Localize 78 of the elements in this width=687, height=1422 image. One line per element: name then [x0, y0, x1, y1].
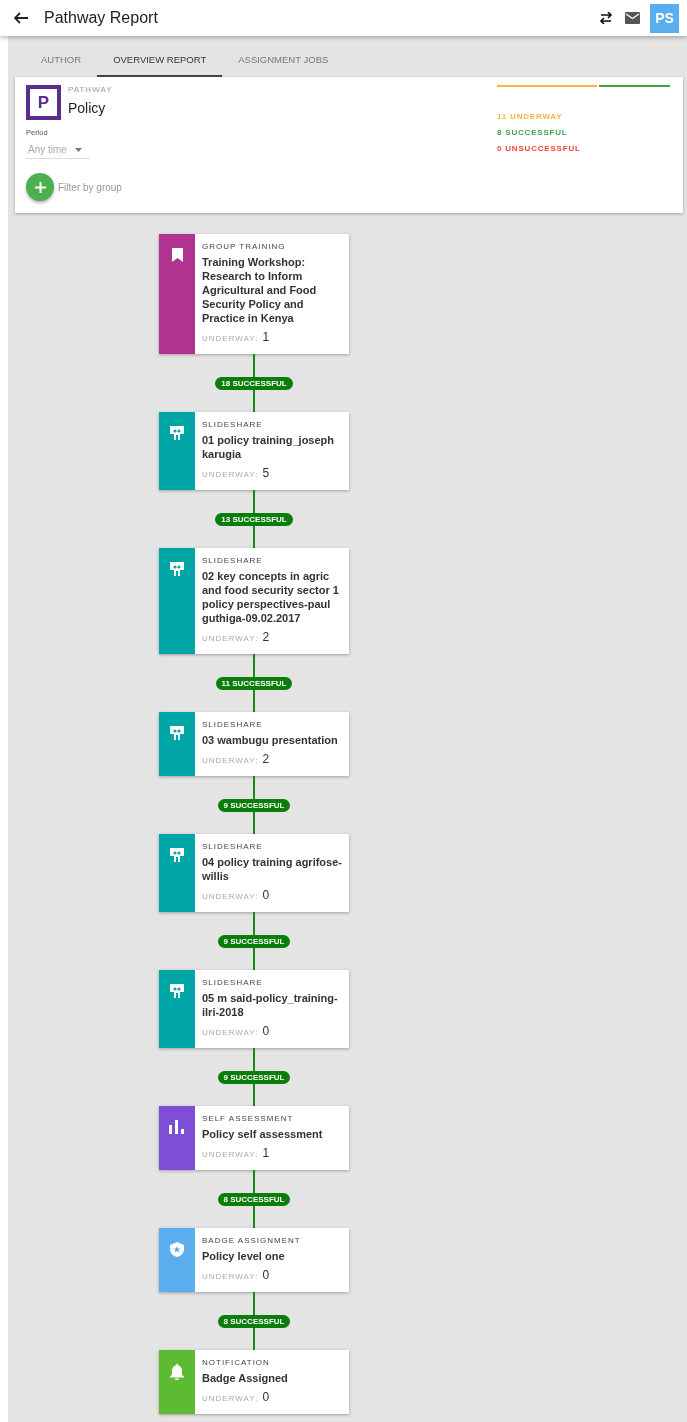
- step-card[interactable]: SELF ASSESSMENT Policy self assessment UNDERWAY: 1: [159, 1106, 349, 1170]
- successful-count-badge: 9 SUCCESSFUL: [217, 798, 291, 812]
- step-title: 01 policy training_joseph karugia: [202, 433, 336, 461]
- underway-count: 2: [262, 630, 270, 644]
- presentation-icon: [170, 726, 184, 740]
- step-type: SLIDESHARE: [202, 842, 264, 851]
- underway-count: 0: [262, 888, 270, 902]
- underway-count: 0: [262, 1390, 270, 1404]
- pathway-label: PATHWAY: [68, 85, 113, 94]
- step-type: SLIDESHARE: [202, 556, 264, 565]
- underway-label: UNDERWAY:: [202, 756, 259, 765]
- step-type: NOTIFICATION: [202, 1358, 271, 1367]
- step-card[interactable]: SLIDESHARE 04 policy training agrifose-willis UNDERWAY: 0: [159, 834, 349, 912]
- filter-label: Filter by group: [58, 181, 122, 193]
- underway-label: UNDERWAY:: [202, 1394, 259, 1403]
- shield-star-icon: [170, 1242, 184, 1257]
- presentation-icon: [170, 426, 184, 440]
- underway-label: UNDERWAY:: [202, 892, 259, 901]
- status-count: 11 UNDERWAY: [497, 112, 564, 121]
- bar-chart-icon: [169, 1120, 185, 1134]
- step-card[interactable]: BADGE ASSIGNMENT Policy level one UNDERWAY: 0: [159, 1228, 349, 1292]
- bookmark-icon: [171, 248, 183, 262]
- step-title: Policy level one: [202, 1249, 286, 1263]
- step-card[interactable]: SLIDESHARE 03 wambugu presentation UNDERWAY: 2: [159, 712, 349, 776]
- step-type: SLIDESHARE: [202, 978, 264, 987]
- step-type: SLIDESHARE: [202, 720, 264, 729]
- underway-count: 1: [262, 1146, 270, 1160]
- successful-count-badge: 9 SUCCESSFUL: [217, 934, 291, 948]
- underway-count: 2: [262, 752, 270, 766]
- underway-label: UNDERWAY:: [202, 470, 259, 479]
- step-card[interactable]: SLIDESHARE 02 key concepts in agric and food security sector 1 policy perspectives-paul guthiga-09.02.2017 UNDERWAY: 2: [159, 548, 349, 654]
- status-count: 8 SUCCESSFUL: [497, 128, 569, 137]
- tab[interactable]: AUTHOR: [25, 42, 98, 77]
- step-title: 04 policy training agrifose-willis: [202, 855, 343, 883]
- step-card[interactable]: NOTIFICATION Badge Assigned UNDERWAY: 0: [159, 1350, 349, 1414]
- underway-label: UNDERWAY:: [202, 334, 259, 343]
- underway-count: 0: [262, 1024, 270, 1038]
- successful-count-badge: 8 SUCCESSFUL: [217, 1192, 291, 1206]
- tab[interactable]: ASSIGNMENT JOBS: [222, 42, 345, 77]
- step-title: Badge Assigned: [202, 1371, 289, 1385]
- successful-count-badge: 11 SUCCESSFUL: [215, 676, 293, 690]
- underway-count: 0: [262, 1268, 270, 1282]
- step-type: BADGE ASSIGNMENT: [202, 1236, 302, 1245]
- step-title: 02 key concepts in agric and food security sector 1 policy perspectives-paul guthiga-09.02.2017: [202, 569, 340, 625]
- add-filter-button[interactable]: [26, 173, 54, 201]
- step-title: Training Workshop: Research to Inform Agricultural and Food Security Policy and Practice in Kenya: [202, 255, 318, 325]
- presentation-icon: [170, 848, 184, 862]
- plus-icon: [34, 181, 46, 193]
- step-title: 03 wambugu presentation: [202, 733, 339, 747]
- underway-label: UNDERWAY:: [202, 634, 259, 643]
- step-type: SLIDESHARE: [202, 420, 264, 429]
- step-type: SELF ASSESSMENT: [202, 1114, 295, 1123]
- underway-label: UNDERWAY:: [202, 1150, 259, 1159]
- underway-label: UNDERWAY:: [202, 1028, 259, 1037]
- status-count: 0 UNSUCCESSFUL: [497, 144, 582, 153]
- bell-icon: [170, 1364, 184, 1380]
- swap-arrows-icon[interactable]: [599, 12, 613, 24]
- step-card[interactable]: GROUP TRAINING Training Workshop: Research to Inform Agricultural and Food Security Policy and Practice in Kenya UNDERWAY: 1: [159, 234, 349, 354]
- presentation-icon: [170, 984, 184, 998]
- step-type: GROUP TRAINING: [202, 242, 287, 251]
- successful-count-badge: 13 SUCCESSFUL: [215, 512, 293, 526]
- presentation-icon: [170, 562, 184, 576]
- step-card[interactable]: SLIDESHARE 01 policy training_joseph karugia UNDERWAY: 5: [159, 412, 349, 490]
- page-title: Pathway Report: [44, 9, 159, 27]
- underway-label: UNDERWAY:: [202, 1272, 259, 1281]
- step-title: 05 m said-policy_training-ilri-2018: [202, 991, 339, 1019]
- dropdown-caret-icon: [74, 147, 82, 152]
- pathway-logo: P: [26, 85, 61, 120]
- pathway-name: Policy: [68, 100, 107, 116]
- successful-count-badge: 9 SUCCESSFUL: [217, 1070, 291, 1084]
- underway-count: 5: [262, 466, 270, 480]
- underway-count: 1: [262, 330, 270, 344]
- step-title: Policy self assessment: [202, 1127, 324, 1141]
- step-card[interactable]: SLIDESHARE 05 m said-policy_training-ilri-2018 UNDERWAY: 0: [159, 970, 349, 1048]
- mail-icon[interactable]: [625, 12, 640, 24]
- back-arrow-icon[interactable]: [14, 12, 28, 24]
- successful-count-badge: 18 SUCCESSFUL: [215, 376, 293, 390]
- successful-count-badge: 8 SUCCESSFUL: [217, 1314, 291, 1328]
